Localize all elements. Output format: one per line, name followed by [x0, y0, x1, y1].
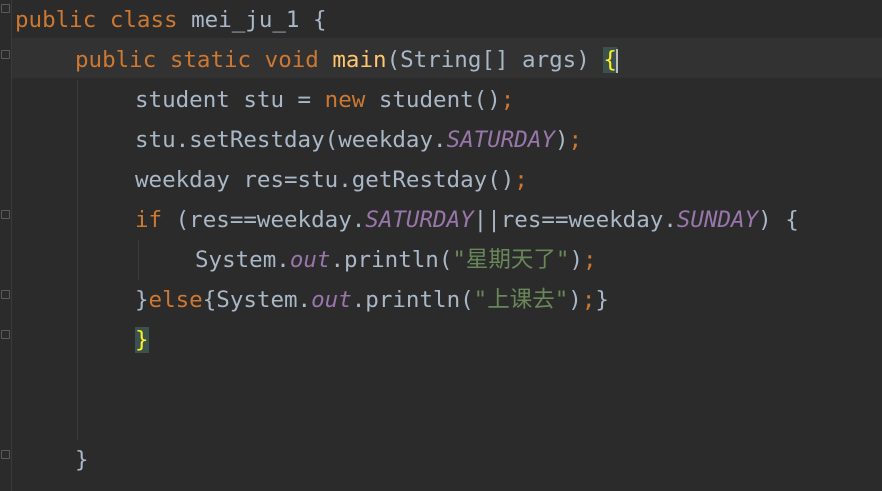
code-token: "星期天了" — [452, 247, 570, 273]
indent-guide — [77, 80, 78, 440]
code-token: public static void — [75, 47, 333, 73]
code-token: student() — [378, 87, 501, 113]
code-token: (String[] args) — [386, 47, 604, 73]
code-token: { — [603, 47, 617, 73]
code-token: out — [311, 287, 352, 313]
indent-guide — [138, 240, 139, 280]
code-token: public class — [15, 7, 192, 33]
code-token: out — [289, 247, 331, 273]
fold-marker-icon[interactable] — [1, 4, 10, 13]
code-line[interactable]: stu.setRestday(weekday.SATURDAY); — [135, 120, 582, 160]
code-token: ) — [569, 247, 584, 273]
code-token: student stu = — [135, 87, 325, 113]
code-token: weekday res=stu.getRestday() — [135, 167, 515, 193]
fold-marker-icon[interactable] — [1, 210, 10, 219]
code-token: } — [135, 287, 149, 313]
fold-marker-icon[interactable] — [1, 50, 10, 59]
code-line[interactable]: weekday res=stu.getRestday(); — [135, 160, 528, 200]
code-token: ; — [500, 87, 515, 113]
code-token: ; — [568, 127, 583, 153]
code-token: "上课去" — [473, 287, 569, 313]
code-token: .println( — [351, 287, 474, 313]
code-token: (res==weekday. — [175, 207, 366, 233]
code-token: ; — [583, 247, 597, 273]
code-token: ||res==weekday. — [473, 207, 677, 233]
code-token: SUNDAY — [676, 207, 759, 233]
fold-marker-icon[interactable] — [1, 450, 10, 459]
code-line[interactable]: } — [75, 440, 89, 480]
code-token: stu.setRestday(weekday. — [135, 127, 447, 153]
code-token: } — [75, 447, 89, 473]
code-token: mei_ju_1 { — [191, 7, 327, 33]
fold-marker-icon[interactable] — [1, 290, 10, 299]
code-line[interactable]: student stu = new student(); — [135, 80, 514, 120]
code-line[interactable]: if (res==weekday.SATURDAY||res==weekday.… — [135, 200, 799, 240]
code-token: ) { — [758, 207, 799, 233]
code-token: {System. — [202, 287, 312, 313]
fold-marker-icon[interactable] — [1, 330, 10, 339]
code-editor[interactable]: public class mei_ju_1 {public static voi… — [0, 0, 882, 491]
text-caret — [615, 48, 618, 73]
code-token: else — [148, 287, 203, 313]
code-line[interactable]: }else{System.out.println("上课去");} — [135, 280, 609, 320]
code-token: new — [324, 87, 379, 113]
code-line[interactable]: public class mei_ju_1 { — [15, 0, 327, 40]
code-token: if — [135, 207, 176, 233]
code-token: main — [332, 47, 387, 73]
code-token: ; — [581, 287, 596, 313]
code-token: ) — [554, 127, 569, 153]
code-line[interactable]: System.out.println("星期天了"); — [195, 240, 597, 280]
code-token: } — [595, 287, 609, 313]
code-token: } — [135, 327, 149, 353]
code-line[interactable]: public static void main(String[] args) { — [75, 40, 618, 80]
code-token: ; — [514, 167, 528, 193]
code-token: .println( — [330, 247, 453, 273]
code-token: System. — [195, 247, 290, 273]
code-line[interactable]: } — [135, 320, 149, 360]
code-token: SATURDAY — [365, 207, 474, 233]
code-token: SATURDAY — [446, 127, 555, 153]
code-token: ) — [568, 287, 582, 313]
